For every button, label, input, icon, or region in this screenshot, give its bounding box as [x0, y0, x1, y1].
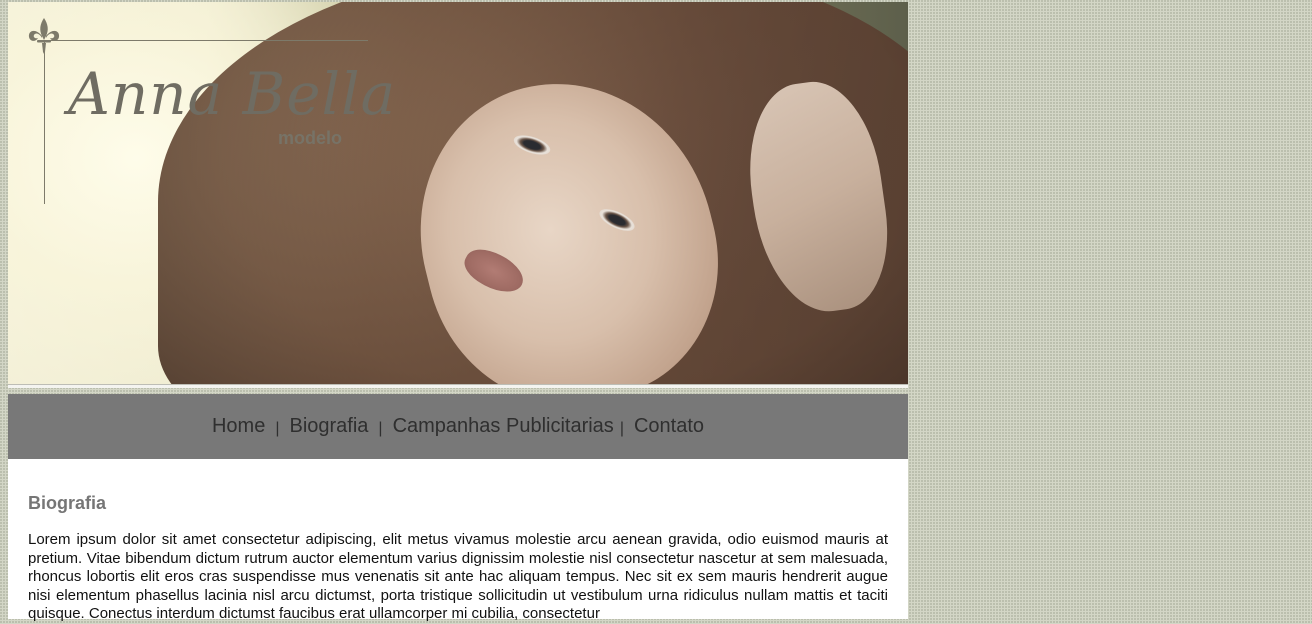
section-title: Biografia	[28, 493, 107, 513]
header-divider	[8, 384, 908, 388]
logo-name: Anna Bella	[68, 60, 397, 128]
nav-link-biografia[interactable]: Biografia	[289, 415, 368, 438]
biography-text: Lorem ipsum dolor sit amet consectetur a…	[28, 531, 888, 622]
nav-separator: |	[619, 419, 624, 437]
nav-link-campanhas[interactable]: Campanhas Publicitarias	[393, 415, 614, 438]
header-banner: Anna Bella modelo	[8, 2, 908, 388]
nav-link-contato[interactable]: Contato	[634, 415, 704, 438]
logo-subtitle: modelo	[278, 128, 343, 148]
nav-link-home[interactable]: Home	[212, 415, 265, 438]
page-container: Anna Bella modelo Home | Biografia | Cam…	[8, 2, 908, 622]
main-nav: Home | Biografia | Campanhas Publicitari…	[8, 394, 908, 459]
nav-separator: |	[378, 419, 383, 437]
content-section: Biografia Lorem ipsum dolor sit amet con…	[8, 459, 908, 622]
nav-separator: |	[275, 419, 280, 437]
fleur-de-lis-icon	[28, 18, 60, 54]
logo-frame-left	[44, 40, 45, 204]
logo-frame-top	[44, 40, 368, 41]
